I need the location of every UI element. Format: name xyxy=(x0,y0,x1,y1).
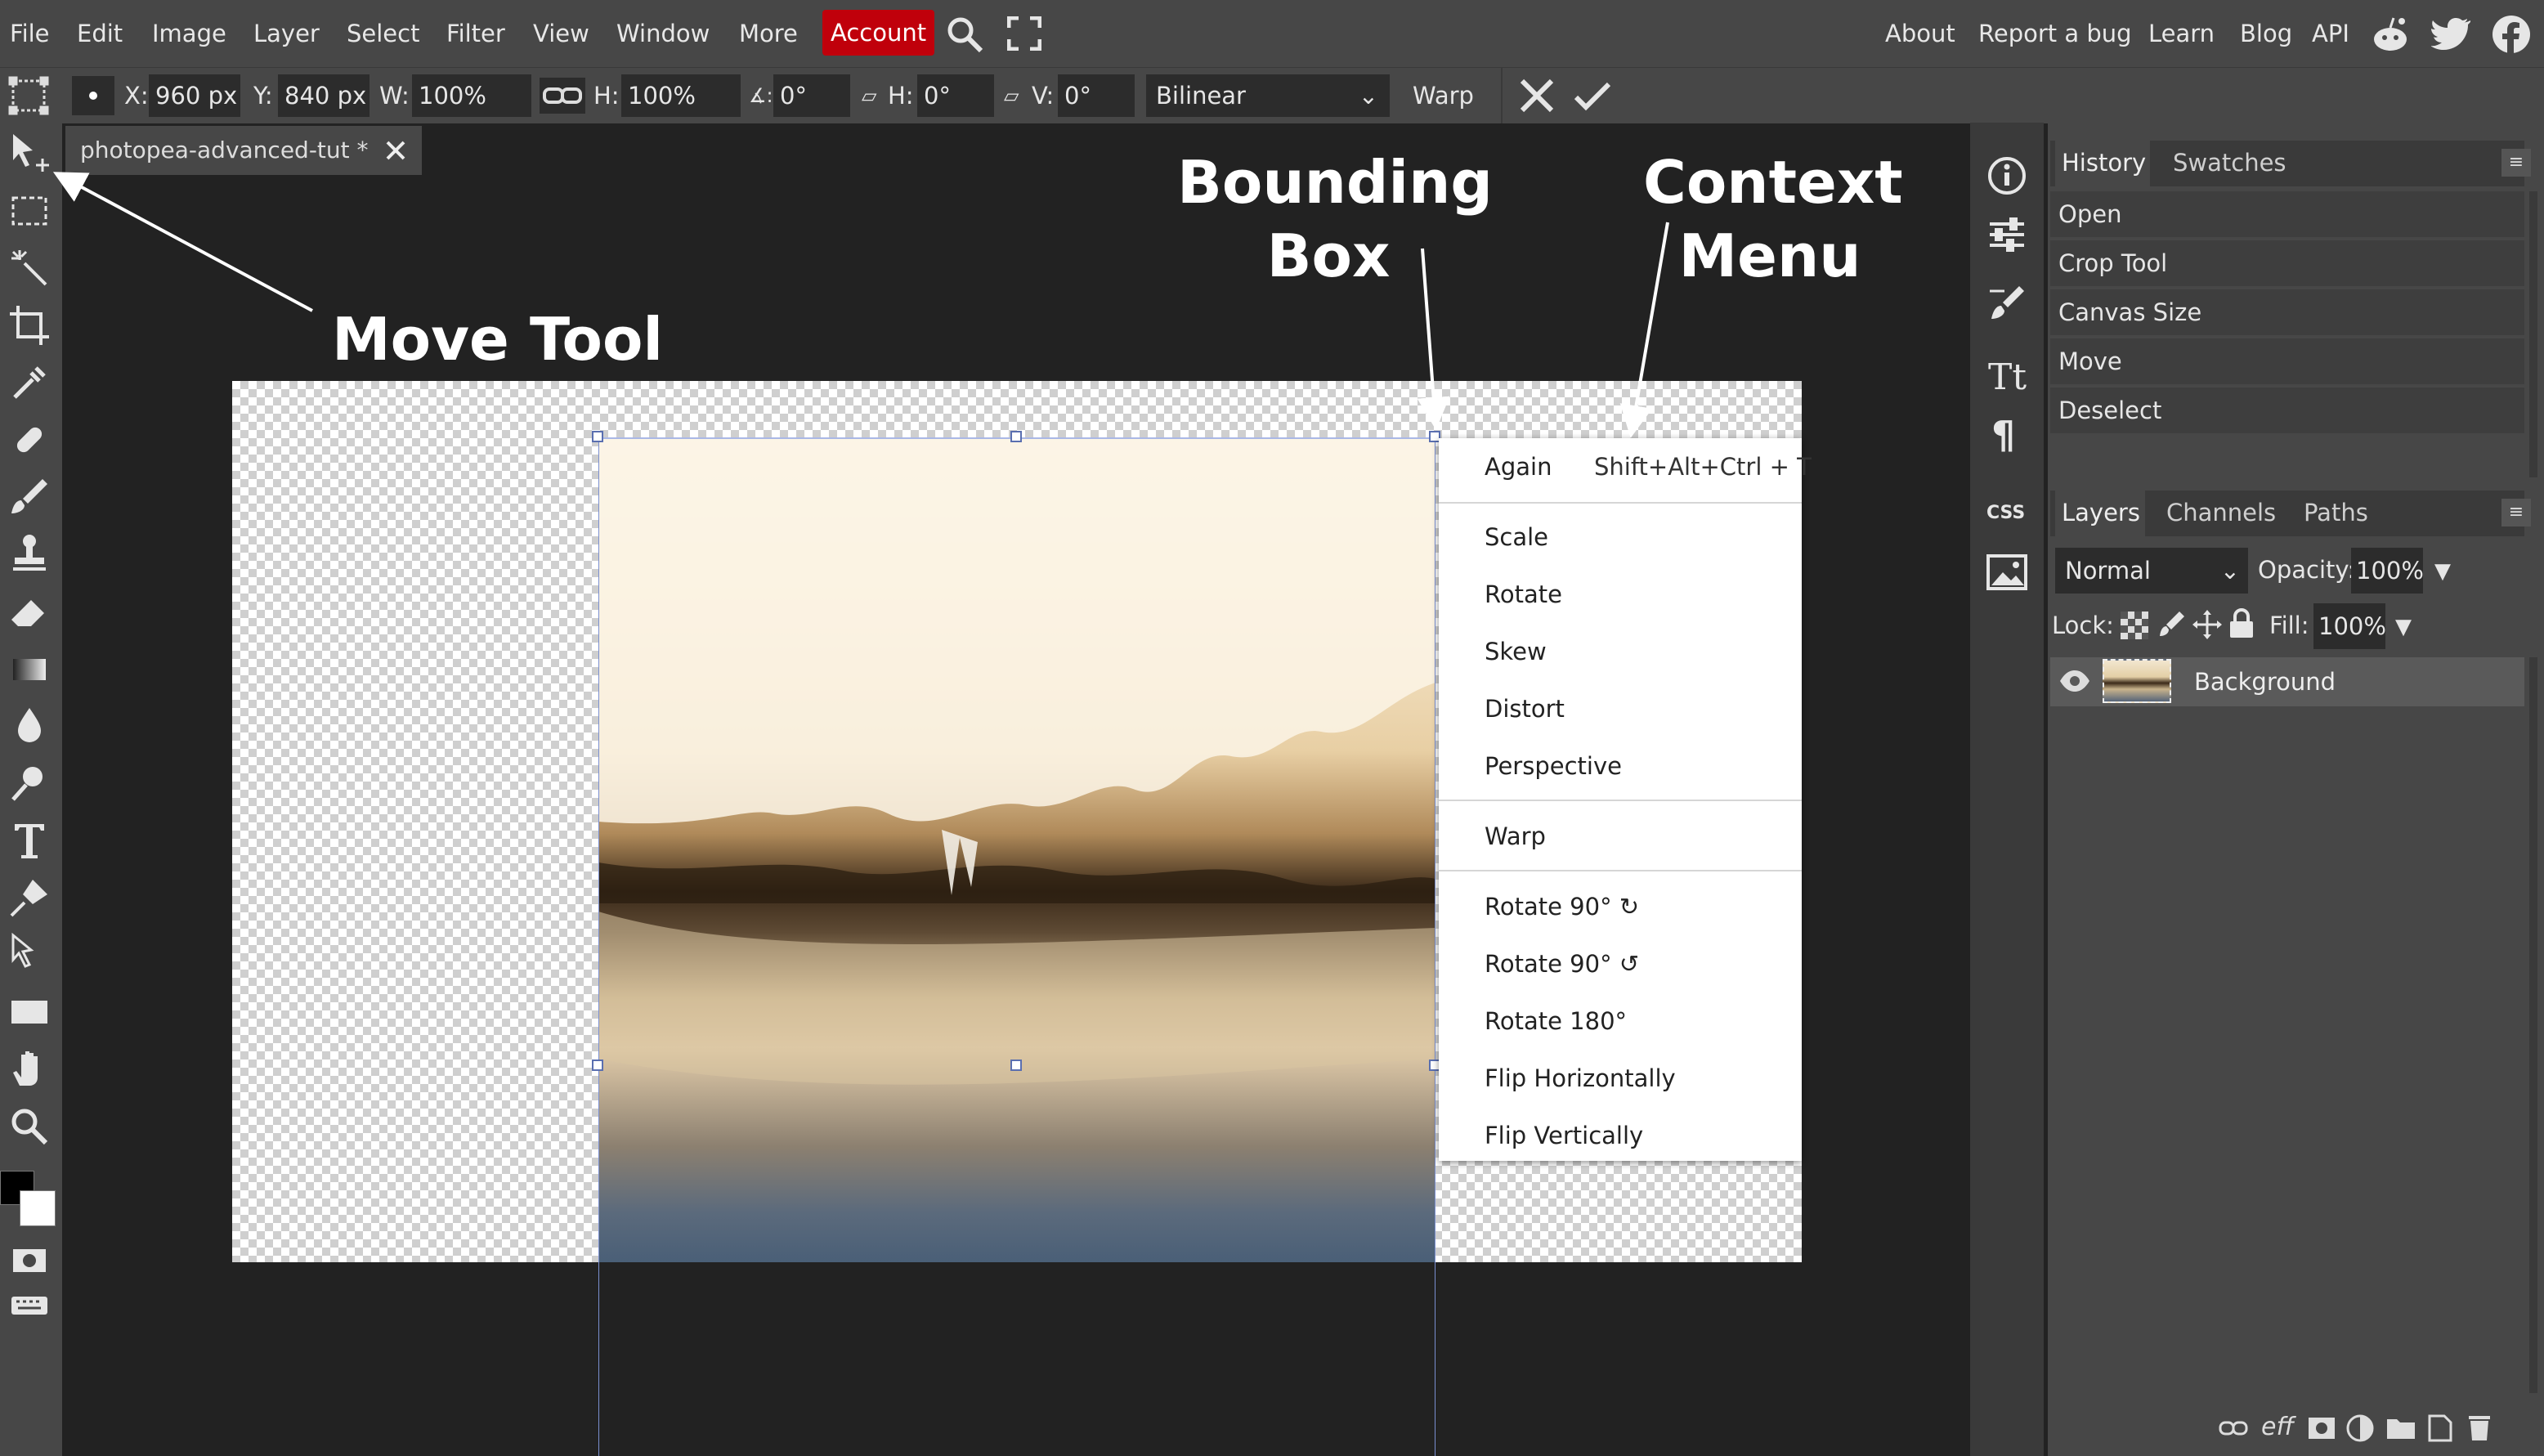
lock-position-icon[interactable] xyxy=(2192,610,2222,639)
history-item[interactable]: Open xyxy=(2050,191,2524,237)
delete-layer-icon[interactable] xyxy=(2466,1413,2493,1442)
opacity-input[interactable]: 100% xyxy=(2351,548,2424,594)
tab-layers[interactable]: Layers xyxy=(2062,499,2140,526)
info-icon[interactable] xyxy=(1986,155,2027,196)
history-item[interactable]: Deselect xyxy=(2050,388,2524,433)
tab-swatches[interactable]: Swatches xyxy=(2173,149,2286,177)
layers-panel-menu-icon[interactable]: ≡ xyxy=(2501,499,2531,526)
history-scrollbar[interactable] xyxy=(2529,191,2537,477)
new-group-icon[interactable] xyxy=(2385,1414,2416,1440)
lock-all-icon[interactable] xyxy=(2228,608,2255,639)
svg-text:CSS: CSS xyxy=(1986,503,2025,523)
layer-thumbnail xyxy=(2103,659,2171,703)
history-item[interactable]: Canvas Size xyxy=(2050,289,2524,335)
fill-label: Fill: xyxy=(2269,612,2309,639)
fill-dropdown-icon[interactable]: ▼ xyxy=(2395,615,2412,639)
chevron-down-icon: ⌄ xyxy=(2219,557,2240,585)
layer-effects-icon[interactable]: eff xyxy=(2261,1413,2294,1441)
history-item[interactable]: Crop Tool xyxy=(2050,240,2524,286)
tab-paths[interactable]: Paths xyxy=(2304,499,2368,526)
layer-name[interactable]: Background xyxy=(2194,657,2336,706)
history-item[interactable]: Move xyxy=(2050,338,2524,384)
image-icon[interactable] xyxy=(1986,554,2027,590)
layer-row-background[interactable]: Background xyxy=(2050,657,2524,706)
visibility-eye-icon[interactable] xyxy=(2058,669,2091,693)
layer-mask-icon[interactable] xyxy=(2307,1416,2336,1440)
history-panel-menu-icon[interactable]: ≡ xyxy=(2501,149,2531,177)
svg-text:Tt: Tt xyxy=(1988,356,2027,396)
character-icon[interactable]: Tt xyxy=(1986,355,2027,396)
new-layer-icon[interactable] xyxy=(2426,1413,2454,1442)
css-icon[interactable]: CSS xyxy=(1986,494,2027,526)
blend-mode-select[interactable]: Normal ⌄ xyxy=(2055,548,2248,594)
adjustments-icon[interactable] xyxy=(1986,214,2027,255)
adjustment-layer-icon[interactable] xyxy=(2346,1414,2374,1442)
tab-channels[interactable]: Channels xyxy=(2166,499,2276,526)
svg-text:¶: ¶ xyxy=(1991,413,2015,453)
layers-footer: eff xyxy=(2050,1406,2537,1452)
opacity-label: Opacity: xyxy=(2258,556,2356,584)
link-layers-icon[interactable] xyxy=(2219,1416,2248,1440)
opacity-dropdown-icon[interactable]: ▼ xyxy=(2434,559,2451,584)
lock-transparency-icon[interactable] xyxy=(2121,612,2148,639)
blend-mode-value: Normal xyxy=(2065,557,2151,585)
lock-label: Lock: xyxy=(2052,612,2114,639)
fill-input[interactable]: 100% xyxy=(2313,603,2386,649)
lock-pixels-icon[interactable] xyxy=(2158,610,2186,639)
tab-history[interactable]: History xyxy=(2062,149,2146,177)
panel-icon-column: Tt ¶ CSS xyxy=(1970,123,2044,1456)
layers-scrollbar[interactable] xyxy=(2529,657,2537,1393)
paragraph-icon[interactable]: ¶ xyxy=(1986,412,2027,453)
brush-settings-icon[interactable] xyxy=(1986,283,2027,324)
